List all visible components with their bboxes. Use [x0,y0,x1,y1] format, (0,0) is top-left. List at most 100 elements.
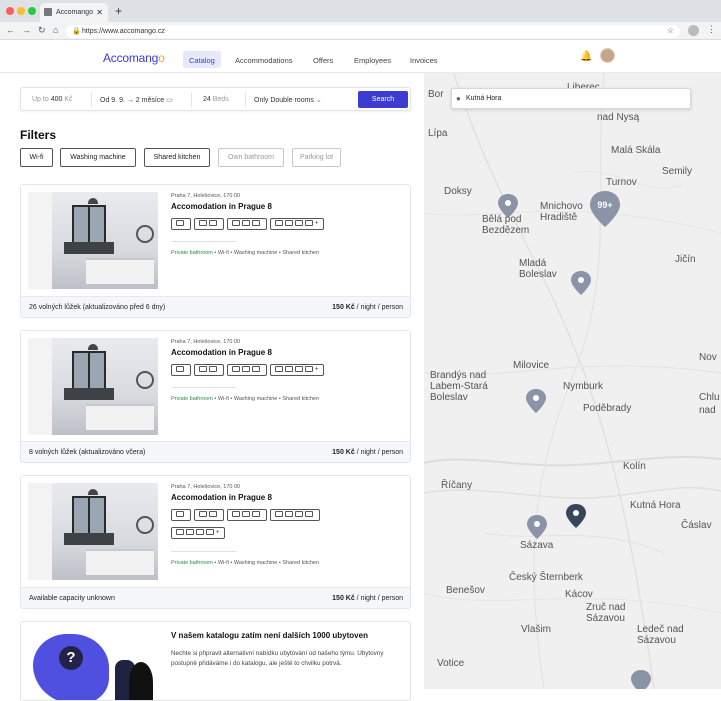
map-label: Turnov [606,177,637,188]
home-icon[interactable]: ⌂ [53,25,58,35]
url-text: https://www.accomango.cz [82,28,165,35]
calendar-icon: ▭ [166,97,173,104]
room-3-beds [227,218,267,230]
listing-photo[interactable] [28,483,158,580]
map-label: Ledeč nad Sázavou [637,624,684,646]
map-label: Lípa [428,128,448,139]
bed-icon [199,366,207,372]
map-label: Nov [699,352,717,363]
user-avatar[interactable] [600,48,615,63]
price-unit: / night / person [354,595,403,602]
bed-icon [285,511,293,517]
divider [171,387,236,388]
bed-icon [206,529,214,535]
maximize-window-icon[interactable] [28,7,36,15]
room-2-beds [194,364,224,376]
map-label: Bor [428,89,444,100]
reload-icon[interactable]: ↻ [38,25,46,36]
search-button[interactable]: Search [358,91,408,108]
listing-photo[interactable] [28,192,158,289]
map-search-value: Kutná Hora [466,95,502,102]
address-bar[interactable]: 🔒 https://www.accomango.cz ☆ [66,25,680,38]
forward-icon[interactable]: → [22,25,31,35]
app-header: Accomango Catalog Accommodations Offers … [0,40,721,73]
map-pin-icon[interactable] [631,670,651,689]
browser-chrome: Accomango ✕ + ← → ↻ ⌂ 🔒 https://www.acco… [0,0,721,40]
price-unit: / night / person [354,304,403,311]
map-label: Bělá pod Bezdězem [482,214,530,236]
map-label: Brandýs nad Labem-Stará Boleslav [430,370,488,403]
nav-catalog[interactable]: Catalog [183,51,221,68]
filter-chip-wifi[interactable]: Wi-fi [20,148,53,167]
bed-icon [199,220,207,226]
bed-icon [305,366,313,372]
room-types: + [171,509,401,549]
room-filter-select[interactable]: Only Double rooms ⌄ [254,96,322,104]
map-label: Semily [662,166,693,177]
map-label: Chlu [699,392,720,403]
nav-invoices[interactable]: Invoices [404,51,444,68]
room-3-beds [227,364,267,376]
availability-text: 26 volných lůžek (aktualizováno před 6 d… [29,304,166,311]
map-label: Votice [437,658,465,669]
tab-strip: Accomango ✕ + [0,0,721,22]
room-1-bed [171,218,191,230]
nav-offers[interactable]: Offers [307,51,339,68]
listing-address: Praha 7, Holešovice, 170 00 [171,193,241,199]
bed-icon [242,366,250,372]
room-1-bed [171,364,191,376]
bed-icon [252,366,260,372]
filter-chip-washing-machine[interactable]: Washing machine [60,148,136,167]
room-4-plus-beds: + [270,218,324,230]
new-tab-icon[interactable]: + [115,4,122,18]
filter-chip-parking-lot[interactable]: Parking lot [292,148,341,167]
listing-card[interactable]: Praha 7, Holešovice, 170 00 Accomodation… [20,475,411,609]
bell-icon[interactable]: 🔔 [580,51,592,62]
listing-address: Praha 7, Holešovice, 170 00 [171,339,241,345]
amenity-private-bathroom: Private bathroom [171,560,213,566]
map-label: Nymburk [563,381,604,392]
app-logo[interactable]: Accomango [103,51,165,65]
close-tab-icon[interactable]: ✕ [96,8,103,17]
bookmark-star-icon[interactable]: ☆ [667,26,674,35]
filter-chip-shared-kitchen[interactable]: Shared kitchen [144,148,210,167]
date-field[interactable]: Od 9. 9. → 2 měsíce ▭ [100,96,173,104]
room-1-bed [171,509,191,521]
nav-accommodations[interactable]: Accommodations [229,51,299,68]
divider [245,93,246,107]
amenity-private-bathroom: Private bathroom [171,250,213,256]
listing-card[interactable]: Praha 7, Holešovice, 170 00 Accomodation… [20,184,411,318]
beds-field[interactable]: 24 Beds [203,96,229,103]
browser-profile-icon[interactable] [688,25,699,36]
listing-photo[interactable] [28,338,158,435]
price-unit: / night / person [354,449,403,456]
minimize-window-icon[interactable] [17,7,25,15]
browser-menu-icon[interactable]: ⋮ [707,24,716,35]
back-icon[interactable]: ← [6,25,15,35]
bed-icon [209,366,217,372]
browser-tab[interactable]: Accomango ✕ [40,3,108,22]
filter-chip-own-bathroom[interactable]: Own bathroom [218,148,284,167]
listing-card[interactable]: Praha 7, Holešovice, 170 00 Accomodation… [20,330,411,463]
listing-amenities: Private bathroom • Wi-fi • Washing machi… [171,250,319,256]
divider [91,93,92,107]
listing-title[interactable]: Accomodation in Prague 8 [171,202,272,211]
listing-title[interactable]: Accomodation in Prague 8 [171,493,272,502]
map-label: Čáslav [681,520,712,531]
nav-employees[interactable]: Employees [348,51,397,68]
close-window-icon[interactable] [6,7,14,15]
amenity-list: • Wi-fi • Washing machine • Shared kitch… [212,560,320,566]
price-field[interactable]: Up to 400 Kč [32,96,73,103]
beds-value: 24 [203,96,211,103]
map-label: Doksy [444,186,472,197]
map-label: Milovice [513,360,550,371]
price-value: 150 Kč [332,595,355,602]
bed-icon [176,220,184,226]
map-label: Benešov [446,585,485,596]
bed-icon [232,511,240,517]
listing-title[interactable]: Accomodation in Prague 8 [171,348,272,357]
map-search-input[interactable]: ● Kutná Hora [451,88,691,109]
listing-body: Praha 7, Holešovice, 170 00 Accomodation… [21,185,410,297]
map-label: Kutná Hora [630,500,681,511]
room-3-beds [227,509,267,521]
